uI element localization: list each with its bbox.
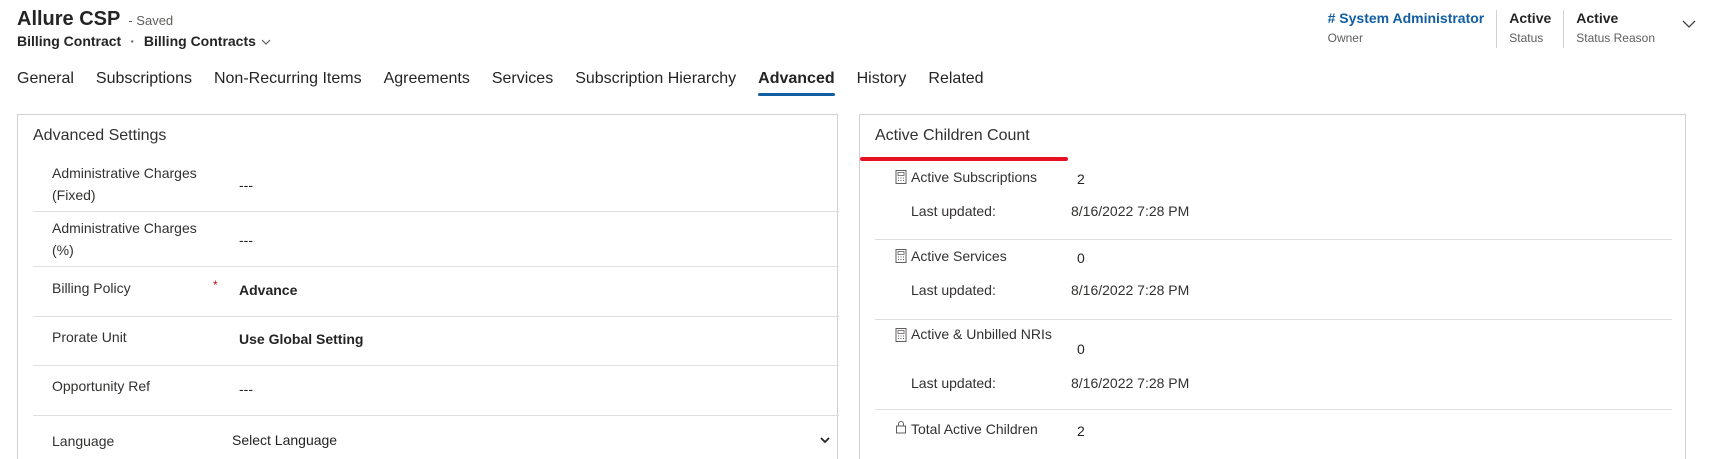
calculator-icon: [895, 249, 907, 263]
owner-field: # System Administrator Owner: [1316, 10, 1497, 48]
required-indicator: *: [213, 278, 218, 292]
active-services-group: Active Services 0 Last updated: 8/16/202…: [875, 240, 1672, 320]
field-label: Total Active Children: [911, 421, 1038, 437]
status-reason-value: Active: [1576, 10, 1619, 26]
tab-advanced[interactable]: Advanced: [758, 70, 836, 96]
chevron-down-icon: [1682, 20, 1696, 28]
breadcrumb-separator: ·: [130, 33, 135, 49]
admin-charges-fixed-input[interactable]: ---: [239, 177, 253, 193]
owner-link[interactable]: # System Administrator: [1328, 10, 1485, 26]
field-label: Opportunity Ref: [52, 378, 151, 394]
lock-icon: [896, 421, 906, 434]
saved-status: - Saved: [128, 13, 174, 28]
tab-related[interactable]: Related: [928, 70, 983, 96]
form-selector[interactable]: Billing Contracts: [144, 33, 272, 49]
calculator-icon: [895, 328, 907, 342]
header-fields: # System Administrator Owner Active Stat…: [1316, 10, 1711, 48]
last-updated-value: 8/16/2022 7:28 PM: [1071, 203, 1190, 219]
last-updated-label: Last updated:: [911, 375, 996, 391]
field-label: Billing Policy: [52, 280, 131, 296]
last-updated-value: 8/16/2022 7:28 PM: [1071, 282, 1190, 298]
active-unbilled-nris-value: 0: [1077, 341, 1085, 357]
language-row: Language Select Language: [33, 416, 839, 459]
tab-subscriptions[interactable]: Subscriptions: [96, 70, 192, 96]
tab-history[interactable]: History: [857, 70, 907, 96]
admin-charges-percent-input[interactable]: ---: [239, 232, 253, 248]
entity-name: Billing Contract: [17, 33, 122, 49]
last-updated-value: 8/16/2022 7:28 PM: [1071, 375, 1190, 391]
advanced-settings-section: Advanced Settings Administrative Charges…: [17, 114, 839, 459]
tab-list: General Subscriptions Non-Recurring Item…: [17, 70, 1006, 96]
record-header: Allure CSP - Saved: [17, 8, 173, 31]
tab-services[interactable]: Services: [492, 70, 553, 96]
billing-policy-row: Billing Policy * Advance: [33, 267, 839, 317]
active-services-value: 0: [1077, 250, 1085, 266]
admin-charges-percent-row: Administrative Charges (%) ---: [33, 212, 839, 267]
active-subscriptions-value: 2: [1077, 171, 1085, 187]
field-label: Active & Unbilled NRIs: [911, 326, 1052, 342]
field-label: Prorate Unit: [52, 329, 127, 345]
status-field: Active Status: [1496, 10, 1563, 48]
record-title: Allure CSP: [17, 8, 121, 30]
form-selector-label: Billing Contracts: [143, 33, 256, 49]
admin-charges-fixed-row: Administrative Charges (Fixed) ---: [33, 157, 839, 212]
status-value: Active: [1509, 10, 1552, 26]
opportunity-ref-lookup[interactable]: ---: [239, 381, 253, 397]
billing-policy-select[interactable]: Advance: [239, 282, 297, 298]
total-active-children-group: Total Active Children 2: [875, 410, 1672, 459]
section-title: Advanced Settings: [33, 127, 167, 144]
tab-agreements[interactable]: Agreements: [384, 70, 470, 96]
owner-label: Owner: [1327, 31, 1363, 45]
status-reason-label: Status Reason: [1576, 31, 1655, 45]
calculator-icon: [895, 170, 907, 184]
active-subscriptions-group: Active Subscriptions 2 Last updated: 8/1…: [875, 161, 1672, 240]
active-unbilled-nris-group: Active & Unbilled NRIs 0 Last updated: 8…: [875, 320, 1672, 410]
field-label: Administrative Charges (Fixed): [52, 165, 197, 203]
prorate-unit-row: Prorate Unit Use Global Setting: [33, 317, 839, 366]
last-updated-label: Last updated:: [911, 203, 996, 219]
tab-subscription-hierarchy[interactable]: Subscription Hierarchy: [575, 70, 736, 96]
total-active-children-value: 2: [1077, 423, 1085, 439]
chevron-down-icon: [261, 39, 271, 45]
active-children-count-section: Active Children Count Active Subscriptio…: [859, 114, 1686, 459]
field-label: Language: [52, 433, 115, 449]
field-label: Active Subscriptions: [911, 169, 1038, 185]
header-expand-button[interactable]: [1667, 10, 1711, 48]
field-label: Active Services: [911, 248, 1007, 264]
chevron-down-icon[interactable]: [818, 433, 832, 447]
tab-general[interactable]: General: [17, 70, 74, 96]
language-select[interactable]: Select Language: [232, 432, 337, 448]
breadcrumb: Billing Contract · Billing Contracts: [17, 33, 272, 49]
status-reason-field: Active Status Reason: [1563, 10, 1667, 48]
tab-non-recurring-items[interactable]: Non-Recurring Items: [214, 70, 362, 96]
opportunity-ref-row: Opportunity Ref ---: [33, 366, 839, 416]
last-updated-label: Last updated:: [911, 282, 996, 298]
prorate-unit-select[interactable]: Use Global Setting: [239, 331, 363, 347]
status-label: Status: [1509, 31, 1544, 45]
field-label: Administrative Charges (%): [52, 220, 197, 258]
section-title: Active Children Count: [875, 127, 1030, 144]
